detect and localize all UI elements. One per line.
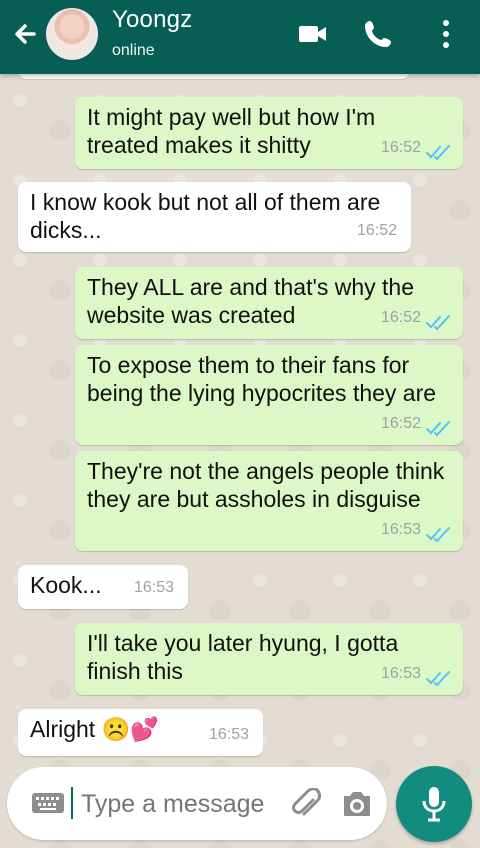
message-text: I'll take you later hyung, I gotta finis… <box>87 630 399 684</box>
attachment-icon[interactable] <box>291 788 321 820</box>
message-bubble-outgoing[interactable]: They ALL are and that's why the website … <box>75 267 463 339</box>
read-receipt-icon <box>426 315 450 331</box>
message-text: To expose them to their fans for being t… <box>87 352 437 406</box>
message-bubble-incoming[interactable]: Alright ☹️💕 16:53 <box>18 709 263 756</box>
message-time: 16:52 <box>356 222 397 239</box>
read-receipt-icon <box>426 671 450 687</box>
emoji-reaction: ☹️💕 <box>101 716 159 742</box>
message-bubble-outgoing[interactable]: It might pay well but how I'm treated ma… <box>75 97 463 169</box>
message-text: Kook... <box>30 572 102 598</box>
chat-header: Yoongz online <box>0 0 480 74</box>
more-options-icon[interactable] <box>428 16 464 52</box>
contact-status: online <box>112 42 155 59</box>
text-cursor <box>71 787 73 819</box>
message-time: 16:53 <box>380 521 421 538</box>
message-text: It might pay well but how I'm treated ma… <box>87 104 376 158</box>
message-text: I know kook but not all of them are dick… <box>30 189 381 243</box>
read-receipt-icon <box>426 421 450 437</box>
message-time: 16:53 <box>208 726 249 743</box>
message-text: They ALL are and that's why the website … <box>87 274 415 328</box>
message-bubble-incoming[interactable]: I know kook but not all of them are dick… <box>18 182 411 252</box>
message-time: 16:52 <box>380 415 421 432</box>
video-call-icon[interactable] <box>294 16 330 52</box>
message-composer <box>7 767 387 840</box>
read-receipt-icon <box>426 527 450 543</box>
microphone-icon <box>422 787 446 822</box>
message-text: Alright <box>30 716 96 742</box>
message-text: They're not the angels people think they… <box>87 458 445 512</box>
message-bubble-outgoing[interactable]: To expose them to their fans for being t… <box>75 345 463 445</box>
microphone-button[interactable] <box>396 766 472 842</box>
phone-icon[interactable] <box>360 16 396 52</box>
contact-avatar[interactable] <box>46 8 98 60</box>
message-time: 16:53 <box>380 665 421 682</box>
message-bubble-outgoing[interactable]: I'll take you later hyung, I gotta finis… <box>75 623 463 695</box>
message-time: 16:52 <box>380 139 421 156</box>
message-input[interactable] <box>79 784 293 824</box>
message-time: 16:53 <box>133 579 174 596</box>
message-bubble-outgoing[interactable]: They're not the angels people think they… <box>75 451 463 551</box>
read-receipt-icon <box>426 145 450 161</box>
contact-name[interactable]: Yoongz <box>112 6 192 34</box>
message-bubble-incoming[interactable]: Kook... 16:53 <box>18 565 188 609</box>
camera-icon[interactable] <box>340 788 374 820</box>
keyboard-icon[interactable] <box>31 791 65 815</box>
back-arrow-icon[interactable] <box>8 16 44 52</box>
message-time: 16:52 <box>380 309 421 326</box>
